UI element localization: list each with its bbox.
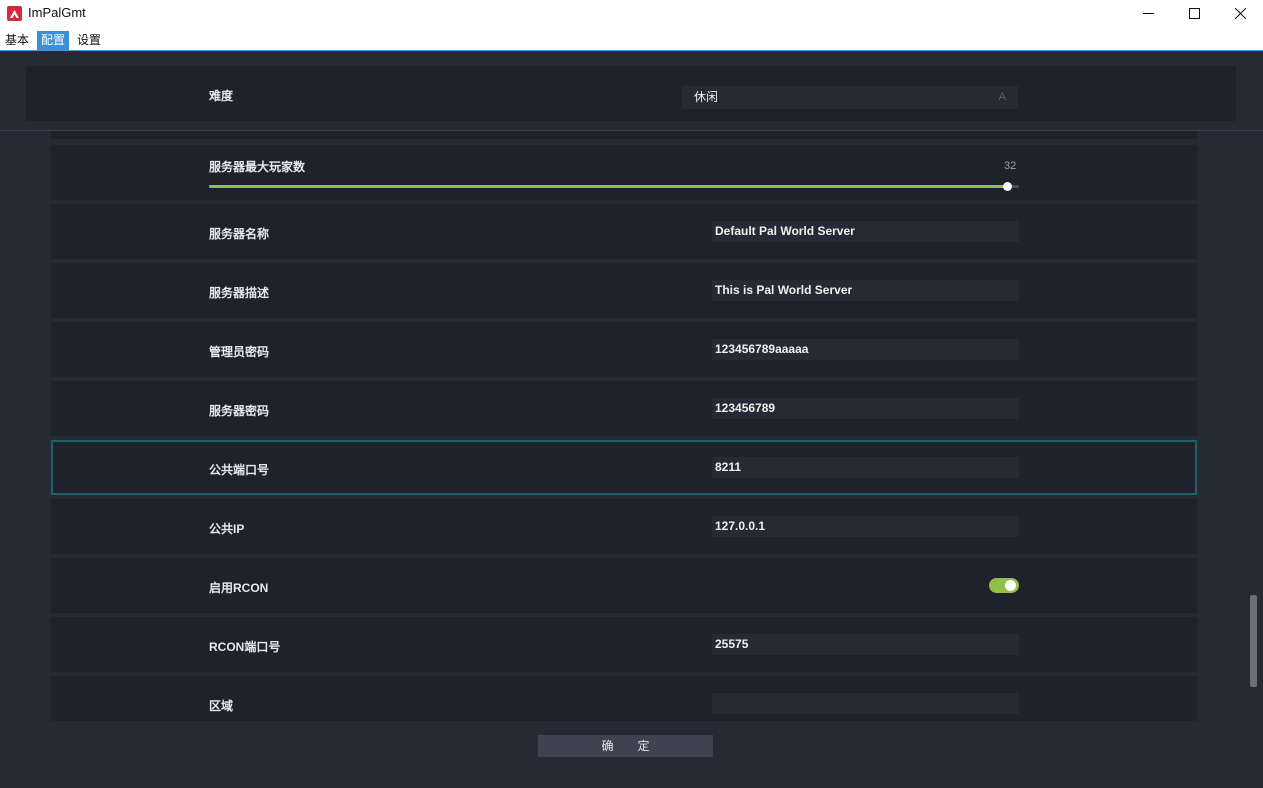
config-panel: 难度 休闲 A 服务器最大玩家数 32 服务器名称 Default Pal Wo… — [0, 52, 1263, 788]
server-name-label: 服务器名称 — [209, 227, 270, 241]
dropdown-arrow-icon: A — [998, 91, 1006, 103]
rcon-port-label: RCON端口号 — [209, 640, 281, 654]
max-players-value: 32 — [1004, 160, 1017, 172]
difficulty-select[interactable]: 休闲 A — [682, 86, 1018, 109]
server-password-field[interactable]: 123456789 — [712, 398, 1019, 419]
server-description-field[interactable]: This is Pal World Server — [712, 280, 1019, 301]
menu-item-basic[interactable]: 基本 — [1, 31, 33, 50]
scrollbar-thumb[interactable] — [1250, 595, 1257, 687]
max-players-label: 服务器最大玩家数 — [209, 160, 306, 174]
rcon-port-row: RCON端口号 25575 — [51, 617, 1197, 672]
public-port-row: 公共端口号 8211 — [51, 440, 1197, 495]
public-port-field[interactable]: 8211 — [712, 457, 1019, 478]
rcon-port-field[interactable]: 25575 — [712, 634, 1019, 655]
admin-password-row: 管理员密码 123456789aaaaa — [51, 322, 1197, 377]
minimize-icon — [1142, 13, 1154, 14]
rcon-toggle[interactable] — [989, 578, 1019, 593]
max-players-row: 服务器最大玩家数 32 — [51, 145, 1197, 200]
slider-handle[interactable] — [1002, 182, 1012, 191]
public-ip-field[interactable]: 127.0.0.1 — [712, 516, 1019, 537]
server-name-field[interactable]: Default Pal World Server — [712, 221, 1019, 242]
server-password-row: 服务器密码 123456789 — [51, 381, 1197, 436]
public-ip-row: 公共IP 127.0.0.1 — [51, 499, 1197, 554]
difficulty-row: 难度 休闲 A — [26, 66, 1236, 121]
region-field[interactable] — [712, 693, 1019, 714]
confirm-button[interactable]: 确 定 — [538, 735, 713, 757]
minimize-button[interactable] — [1125, 0, 1171, 27]
public-ip-label: 公共IP — [209, 522, 245, 536]
rcon-enable-row: 启用RCON — [51, 558, 1197, 613]
server-description-label: 服务器描述 — [209, 286, 270, 300]
server-name-row: 服务器名称 Default Pal World Server — [51, 204, 1197, 259]
menu-item-config[interactable]: 配置 — [37, 31, 70, 50]
admin-password-field[interactable]: 123456789aaaaa — [712, 339, 1019, 360]
max-players-slider[interactable] — [209, 182, 1019, 191]
server-password-label: 服务器密码 — [209, 404, 270, 418]
maximize-button[interactable] — [1171, 0, 1217, 27]
slider-fill — [209, 185, 1007, 188]
title-bar: ImPalGmt — [0, 0, 1263, 27]
rcon-enable-label: 启用RCON — [209, 581, 269, 595]
app-logo-icon — [7, 6, 22, 21]
window-title: ImPalGmt — [28, 5, 86, 20]
maximize-icon — [1188, 8, 1200, 19]
server-description-row: 服务器描述 This is Pal World Server — [51, 263, 1197, 318]
difficulty-value: 休闲 — [694, 90, 719, 104]
partial-row — [51, 131, 1197, 139]
menu-item-settings[interactable]: 设置 — [73, 31, 105, 50]
toggle-knob — [1005, 580, 1016, 591]
admin-password-label: 管理员密码 — [209, 345, 270, 359]
close-button[interactable] — [1217, 0, 1263, 27]
region-label: 区域 — [209, 699, 234, 713]
region-row: 区域 — [51, 676, 1197, 721]
public-port-label: 公共端口号 — [209, 463, 270, 477]
menu-bar: 基本 配置 设置 — [0, 27, 1263, 51]
difficulty-label: 难度 — [209, 89, 234, 103]
close-icon — [1234, 8, 1246, 19]
